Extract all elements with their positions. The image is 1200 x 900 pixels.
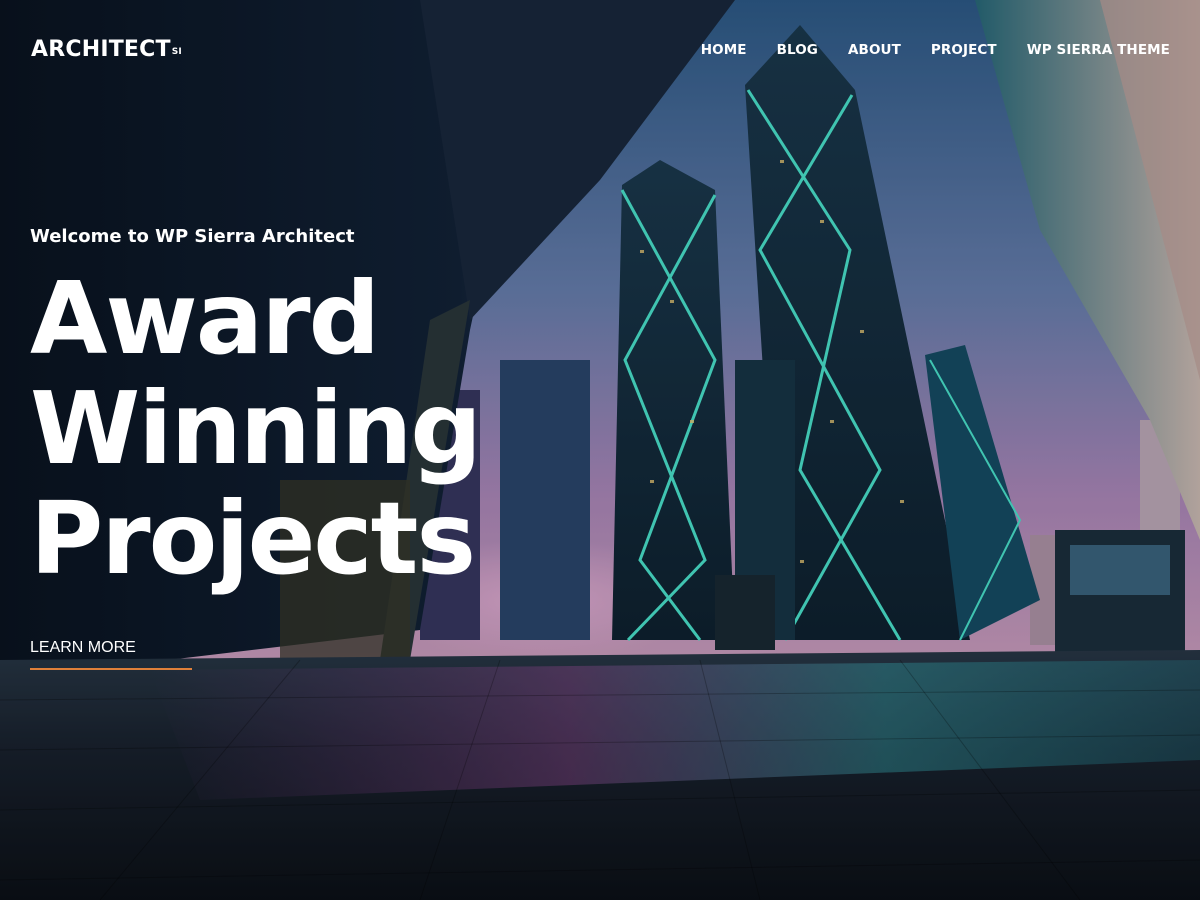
logo-superscript: SI bbox=[171, 47, 182, 57]
main-navigation: HOME BLOG ABOUT PROJECT WP SIERRA THEME bbox=[701, 40, 1170, 60]
hero-headline-line-1: Award bbox=[30, 260, 380, 377]
hero-headline-line-2: Winning bbox=[30, 370, 482, 487]
nav-item-home[interactable]: HOME bbox=[701, 40, 747, 60]
nav-item-blog[interactable]: BLOG bbox=[777, 40, 818, 60]
learn-more-button[interactable]: LEARN MORE bbox=[30, 638, 192, 670]
hero-headline: Award Winning Projects bbox=[30, 264, 730, 594]
site-logo[interactable]: ARCHITECTSI bbox=[31, 36, 182, 64]
hero-headline-line-3: Projects bbox=[30, 480, 476, 597]
page: ARCHITECTSI HOME BLOG ABOUT PROJECT WP S… bbox=[0, 0, 1200, 900]
logo-text: ARCHITECT bbox=[31, 37, 171, 62]
nav-item-wp-sierra-theme[interactable]: WP SIERRA THEME bbox=[1027, 40, 1170, 60]
site-header: ARCHITECTSI HOME BLOG ABOUT PROJECT WP S… bbox=[0, 0, 1200, 100]
hero-content: Welcome to WP Sierra Architect Award Win… bbox=[30, 224, 730, 594]
nav-item-about[interactable]: ABOUT bbox=[848, 40, 901, 60]
hero-welcome-text: Welcome to WP Sierra Architect bbox=[30, 226, 355, 247]
nav-item-project[interactable]: PROJECT bbox=[931, 40, 997, 60]
